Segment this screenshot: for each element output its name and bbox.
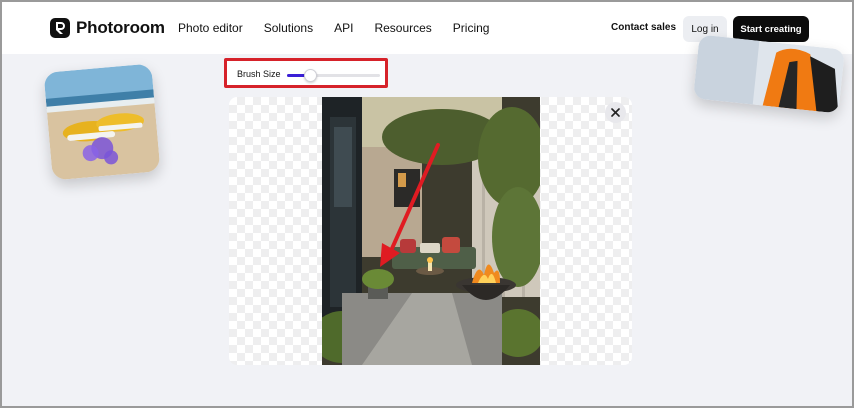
nav-pricing[interactable]: Pricing <box>453 21 490 35</box>
close-icon-glyph <box>611 108 620 117</box>
start-creating-button[interactable]: Start creating <box>733 16 809 42</box>
brush-size-label: Brush Size <box>237 69 281 79</box>
brush-size-slider-thumb[interactable] <box>304 69 318 82</box>
brand-name: Photoroom <box>76 18 165 37</box>
close-icon[interactable] <box>605 102 626 123</box>
nav-resources[interactable]: Resources <box>374 21 431 35</box>
decorative-sneakers-image <box>43 63 161 181</box>
nav-api[interactable]: API <box>334 21 353 35</box>
contact-sales-link[interactable]: Contact sales <box>611 22 676 33</box>
nav-solutions[interactable]: Solutions <box>264 21 313 35</box>
photoroom-logo-icon <box>50 18 70 38</box>
main-nav: Photo editor Solutions API Resources Pri… <box>178 21 489 35</box>
patio-photo <box>322 97 540 365</box>
nav-photo-editor[interactable]: Photo editor <box>178 21 243 35</box>
brush-size-slider[interactable] <box>287 69 380 82</box>
editor-canvas[interactable] <box>229 97 632 365</box>
brand-logo[interactable]: Photoroom <box>50 18 165 38</box>
brush-size-toolbar: Brush Size <box>224 58 388 88</box>
